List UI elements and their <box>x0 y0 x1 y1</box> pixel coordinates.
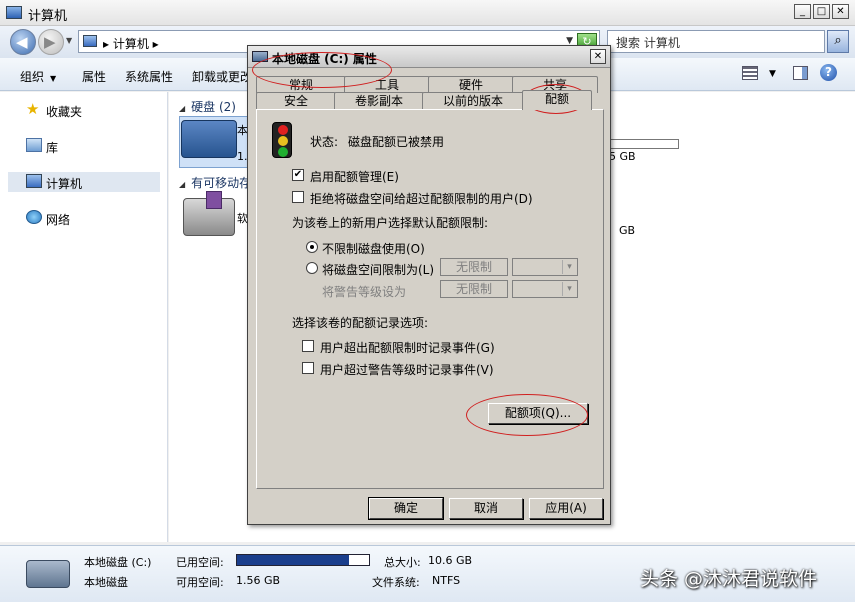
group-removable[interactable]: ◢ 有可移动存 <box>179 174 251 191</box>
log-exceed-limit-checkbox[interactable] <box>302 340 314 352</box>
navigation-pane: ★ 收藏夹 库 计算机 网络 <box>0 92 168 542</box>
used-space-fill <box>237 555 350 565</box>
window-title: 计算机 <box>28 9 68 24</box>
floppy-drive-icon[interactable] <box>183 191 235 236</box>
details-drive-name: 本地磁盘 (C:) <box>84 556 152 569</box>
hard-drive-icon <box>181 120 237 158</box>
hard-drive-icon <box>26 560 70 588</box>
maximize-button[interactable]: □ <box>813 4 830 19</box>
collapse-icon: ◢ <box>179 180 186 189</box>
network-icon <box>26 210 42 224</box>
status-value: 磁盘配额已被禁用 <box>348 135 445 149</box>
status-label: 状态: <box>310 135 339 149</box>
watermark: 头条 @沐沐君说软件 <box>640 568 818 590</box>
tab-previous-versions[interactable]: 以前的版本 <box>422 92 524 109</box>
forward-button[interactable]: ▶ <box>38 29 64 55</box>
logging-heading: 选择该卷的配额记录选项: <box>292 316 429 330</box>
tab-general[interactable]: 常规 <box>256 76 346 93</box>
warning-value-field[interactable]: 无限制 <box>440 280 508 298</box>
window-titlebar: 计算机 _ □ ✕ <box>0 0 855 26</box>
breadcrumb-computer[interactable]: 计算机 <box>113 37 149 51</box>
dialog-close-button[interactable]: ✕ <box>590 49 606 64</box>
history-dropdown[interactable]: ▼ <box>66 36 72 45</box>
dialog-titlebar: 本地磁盘 (C:) 属性 ✕ <box>248 46 610 68</box>
drive-d-usage-bar <box>609 139 679 149</box>
arrow-right-icon: ▶ <box>44 33 56 51</box>
star-icon: ★ <box>26 100 40 118</box>
filesystem-label: 文件系统: <box>372 576 420 589</box>
search-button[interactable]: ⌕ <box>827 30 849 53</box>
computer-icon <box>6 6 22 19</box>
preview-pane-icon[interactable] <box>793 66 808 80</box>
uninstall-button[interactable]: 卸载或更改 <box>192 68 252 85</box>
removable-size: GB <box>619 224 636 237</box>
log-exceed-limit-label[interactable]: 用户超出配额限制时记录事件(G) <box>320 339 495 356</box>
drive-c-size: 1. <box>237 150 248 163</box>
views-dropdown-icon[interactable]: ▼ <box>769 69 776 79</box>
dialog-title: 本地磁盘 (C:) 属性 <box>272 52 377 66</box>
deny-space-label[interactable]: 拒绝将磁盘空间给超过配额限制的用户(D) <box>310 190 533 207</box>
used-space-bar <box>236 554 370 566</box>
total-size-value: 10.6 GB <box>428 554 473 567</box>
views-icon[interactable] <box>742 66 758 80</box>
nav-network[interactable]: 网络 <box>8 208 160 228</box>
hard-drive-icon <box>252 51 268 62</box>
log-exceed-warning-label[interactable]: 用户超过警告等级时记录事件(V) <box>320 361 494 378</box>
tab-shadow-copies[interactable]: 卷影副本 <box>334 92 424 109</box>
tab-security[interactable]: 安全 <box>256 92 336 109</box>
log-exceed-warning-checkbox[interactable] <box>302 362 314 374</box>
help-icon[interactable]: ? <box>820 64 837 81</box>
close-button[interactable]: ✕ <box>832 4 849 19</box>
breadcrumb[interactable]: ▸ 计算机 ▸ <box>103 35 159 52</box>
deny-space-checkbox[interactable] <box>292 191 304 203</box>
details-drive-type: 本地磁盘 <box>84 576 128 589</box>
no-limit-label[interactable]: 不限制磁盘使用(O) <box>322 240 425 257</box>
window-controls: _ □ ✕ <box>792 4 849 19</box>
group-hard-disks[interactable]: ◢ 硬盘 (2) <box>179 98 236 115</box>
library-icon <box>26 138 42 152</box>
limit-to-radio[interactable] <box>306 262 318 274</box>
limit-unit-select[interactable] <box>512 258 578 276</box>
nav-favorites[interactable]: ★ 收藏夹 <box>8 100 160 120</box>
properties-button[interactable]: 属性 <box>82 68 106 85</box>
tab-hardware[interactable]: 硬件 <box>428 76 514 93</box>
tab-tools[interactable]: 工具 <box>344 76 430 93</box>
details-pane: 本地磁盘 (C:) 本地磁盘 已用空间: 可用空间: 1.56 GB 总大小: … <box>0 545 855 602</box>
system-properties-button[interactable]: 系统属性 <box>125 68 173 85</box>
limit-value-field[interactable]: 无限制 <box>440 258 508 276</box>
cancel-button[interactable]: 取消 <box>449 498 523 519</box>
drive-d-size: 5 GB <box>609 150 636 163</box>
nav-computer[interactable]: 计算机 <box>8 172 160 192</box>
arrow-left-icon: ◀ <box>16 33 28 51</box>
ok-button[interactable]: 确定 <box>368 497 444 520</box>
free-space-value: 1.56 GB <box>236 574 281 587</box>
back-button[interactable]: ◀ <box>10 29 36 55</box>
properties-dialog: 本地磁盘 (C:) 属性 ✕ 常规 工具 硬件 共享 安全 卷影副本 以前的版本… <box>247 45 611 525</box>
nav-libraries[interactable]: 库 <box>8 136 160 156</box>
limit-to-label[interactable]: 将磁盘空间限制为(L) <box>322 261 434 278</box>
enable-quota-label[interactable]: 启用配额管理(E) <box>310 168 399 185</box>
warning-level-label: 将警告等级设为 <box>322 285 407 299</box>
collapse-icon: ◢ <box>179 104 186 113</box>
chevron-down-icon: ▼ <box>50 74 57 83</box>
minimize-button[interactable]: _ <box>794 4 811 19</box>
used-space-label: 已用空间: <box>176 556 224 569</box>
search-input[interactable]: 搜索 计算机 <box>607 30 825 53</box>
quota-tab-panel <box>256 109 604 489</box>
warning-unit-select[interactable] <box>512 280 578 298</box>
tab-quota[interactable]: 配额 <box>522 90 592 110</box>
enable-quota-checkbox[interactable]: ✔ <box>292 169 304 181</box>
traffic-light-icon <box>272 122 292 158</box>
quota-entries-button[interactable]: 配额项(Q)... <box>488 403 588 424</box>
filesystem-value: NTFS <box>432 574 461 587</box>
default-limit-heading: 为该卷上的新用户选择默认配额限制: <box>292 216 489 230</box>
organize-menu[interactable]: 组织 ▼ <box>20 68 56 85</box>
apply-button[interactable]: 应用(A) <box>529 498 603 519</box>
computer-icon <box>83 35 97 47</box>
computer-icon <box>26 174 42 188</box>
search-icon: ⌕ <box>834 33 842 48</box>
no-limit-radio[interactable] <box>306 241 318 253</box>
free-space-label: 可用空间: <box>176 576 224 589</box>
total-size-label: 总大小: <box>384 556 421 569</box>
